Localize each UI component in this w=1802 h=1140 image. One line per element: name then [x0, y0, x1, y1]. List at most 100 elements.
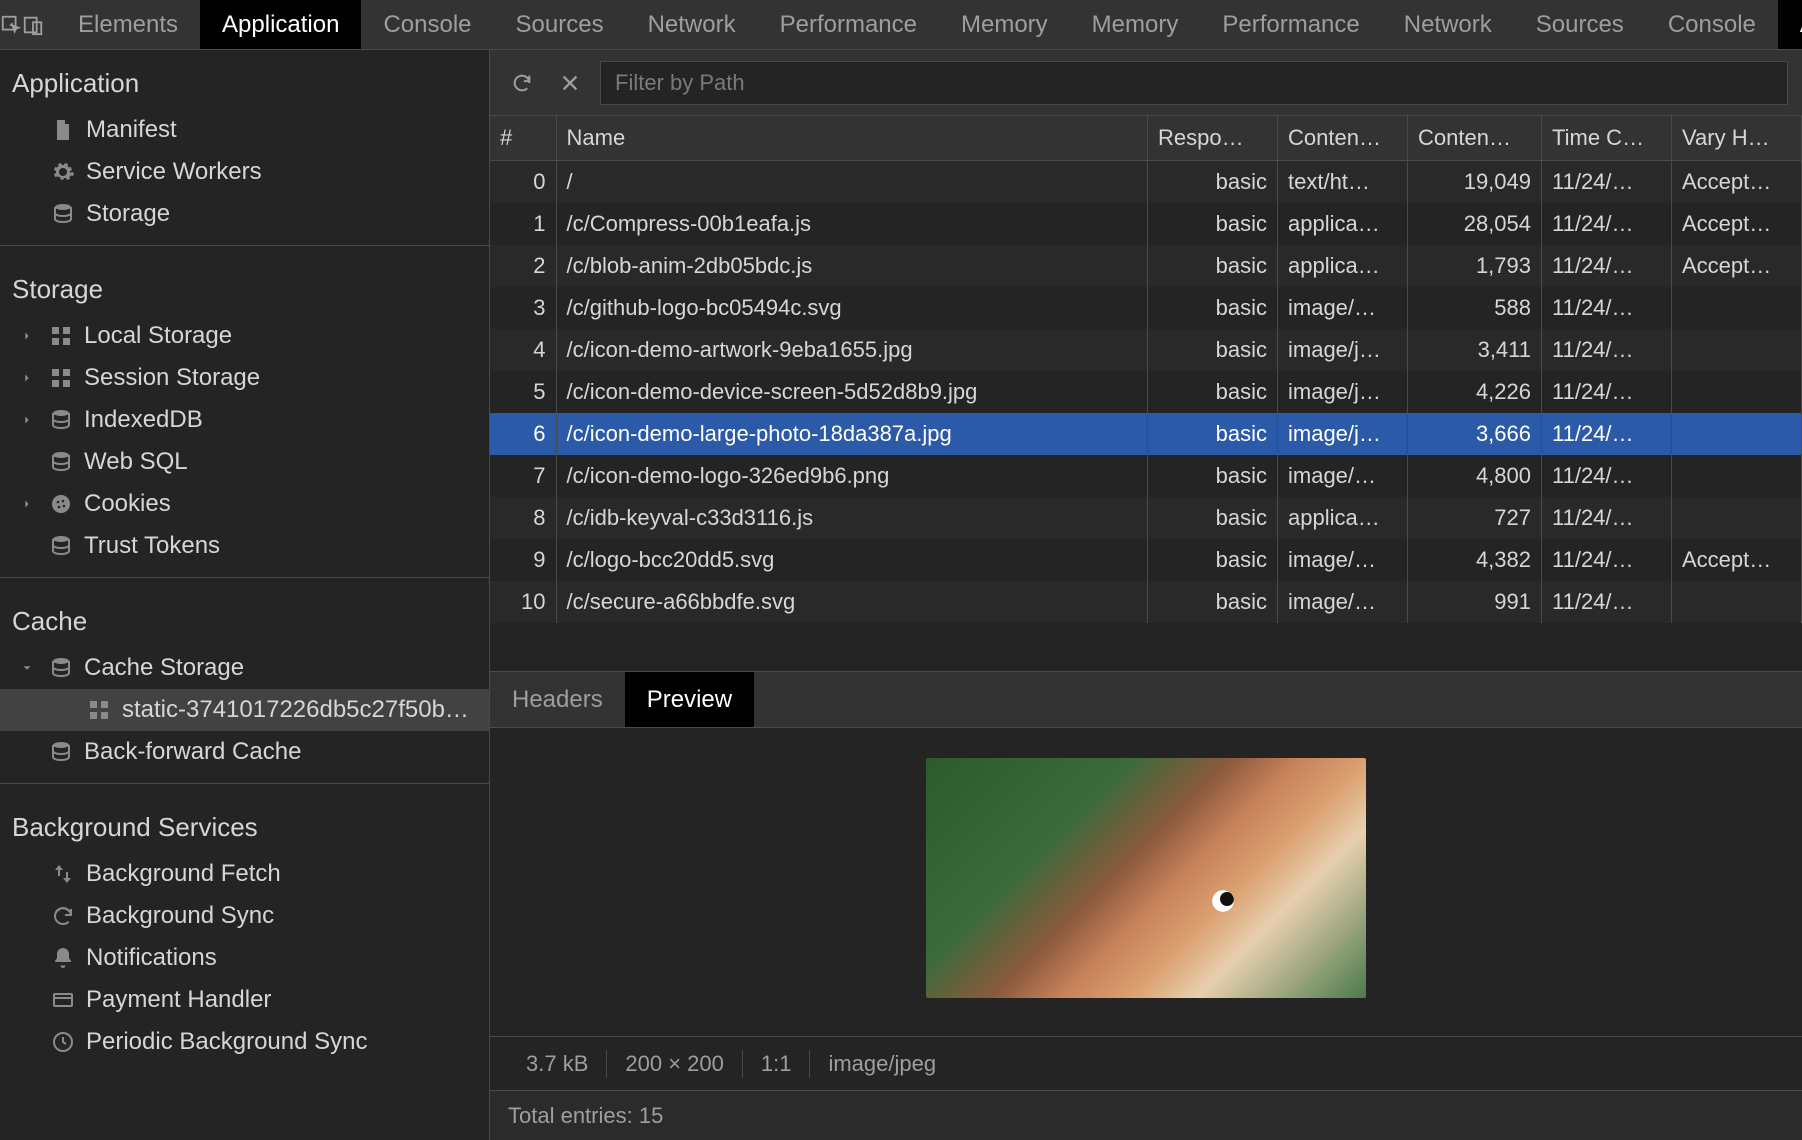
sync-icon: [50, 903, 76, 929]
tab-performance[interactable]: Performance: [758, 0, 939, 49]
refresh-icon[interactable]: [504, 65, 540, 101]
tab-network[interactable]: Network: [1382, 0, 1514, 49]
tab-sources[interactable]: Sources: [1514, 0, 1646, 49]
background-item[interactable]: Payment Handler: [0, 979, 489, 1021]
section-background-services: Background Services: [0, 794, 489, 853]
table-row[interactable]: 8/c/idb-keyval-c33d3116.jsbasicapplica…7…: [490, 497, 1802, 539]
section-application: Application: [0, 50, 489, 109]
expand-arrow-icon: [20, 493, 34, 515]
cell-idx: 8: [490, 497, 556, 539]
storage-item[interactable]: Local Storage: [0, 315, 489, 357]
table-row[interactable]: 3/c/github-logo-bc05494c.svgbasicimage/……: [490, 287, 1802, 329]
table-row[interactable]: 6/c/icon-demo-large-photo-18da387a.jpgba…: [490, 413, 1802, 455]
tab-console[interactable]: Console: [361, 0, 493, 49]
device-toolbar-icon[interactable]: [22, 0, 44, 49]
col-header[interactable]: Name: [556, 116, 1148, 160]
cell-ct: image/j…: [1278, 413, 1408, 455]
cell-vh: Accept…: [1672, 160, 1802, 203]
sidebar-item-label: Storage: [86, 200, 170, 228]
db-icon: [50, 201, 76, 227]
storage-item[interactable]: Web SQL: [0, 441, 489, 483]
detail-tab-headers[interactable]: Headers: [490, 672, 625, 727]
cell-idx: 1: [490, 203, 556, 245]
cell-name: /c/icon-demo-artwork-9eba1655.jpg: [556, 329, 1148, 371]
detail-tab-preview[interactable]: Preview: [625, 672, 754, 727]
cell-tc: 11/24/…: [1542, 160, 1672, 203]
cell-idx: 10: [490, 581, 556, 623]
application-item[interactable]: Manifest: [0, 109, 489, 151]
cache-toolbar: [490, 50, 1802, 116]
col-header[interactable]: Conten…: [1408, 116, 1542, 160]
cell-cl: 19,049: [1408, 160, 1542, 203]
cell-vh: Accept…: [1672, 203, 1802, 245]
application-item[interactable]: Service Workers: [0, 151, 489, 193]
cell-tc: 11/24/…: [1542, 581, 1672, 623]
table-row[interactable]: 7/c/icon-demo-logo-326ed9b6.pngbasicimag…: [490, 455, 1802, 497]
col-header[interactable]: Respo…: [1148, 116, 1278, 160]
cache-item[interactable]: static-3741017226db5c27f50b…: [0, 689, 489, 731]
tab-performance[interactable]: Performance: [1200, 0, 1381, 49]
background-item[interactable]: Periodic Background Sync: [0, 1021, 489, 1063]
table-row[interactable]: 5/c/icon-demo-device-screen-5d52d8b9.jpg…: [490, 371, 1802, 413]
cache-entries-table[interactable]: #NameRespo…Conten…Conten…Time C…Vary H… …: [490, 116, 1802, 672]
tab-elements[interactable]: Elements: [56, 0, 200, 49]
tab-memory[interactable]: Memory: [1070, 0, 1201, 49]
application-item[interactable]: Storage: [0, 193, 489, 235]
sidebar-item-label: Manifest: [86, 116, 177, 144]
file-icon: [50, 117, 76, 143]
background-item[interactable]: Notifications: [0, 937, 489, 979]
col-header[interactable]: #: [490, 116, 556, 160]
cell-vh: [1672, 413, 1802, 455]
background-item[interactable]: Background Fetch: [0, 853, 489, 895]
cell-name: /c/blob-anim-2db05bdc.js: [556, 245, 1148, 287]
section-divider: [0, 577, 489, 578]
cell-name: /c/icon-demo-device-screen-5d52d8b9.jpg: [556, 371, 1148, 413]
col-header[interactable]: Conten…: [1278, 116, 1408, 160]
tab-memory[interactable]: Memory: [939, 0, 1070, 49]
table-header-row: #NameRespo…Conten…Conten…Time C…Vary H…: [490, 116, 1802, 160]
tab-sources[interactable]: Sources: [494, 0, 626, 49]
sidebar-item-label: Session Storage: [84, 364, 260, 392]
cell-resp: basic: [1148, 371, 1278, 413]
tab-application[interactable]: Application: [1778, 0, 1802, 49]
expand-arrow-icon: [20, 325, 34, 347]
table-row[interactable]: 0/basictext/ht…19,04911/24/…Accept…: [490, 160, 1802, 203]
table-row[interactable]: 4/c/icon-demo-artwork-9eba1655.jpgbasici…: [490, 329, 1802, 371]
cache-item[interactable]: Back-forward Cache: [0, 731, 489, 773]
table-row[interactable]: 10/c/secure-a66bbdfe.svgbasicimage/…9911…: [490, 581, 1802, 623]
db-icon: [48, 533, 74, 559]
col-header[interactable]: Time C…: [1542, 116, 1672, 160]
col-header[interactable]: Vary H…: [1672, 116, 1802, 160]
storage-item[interactable]: Session Storage: [0, 357, 489, 399]
table-row[interactable]: 1/c/Compress-00b1eafa.jsbasicapplica…28,…: [490, 203, 1802, 245]
background-item[interactable]: Background Sync: [0, 895, 489, 937]
cell-tc: 11/24/…: [1542, 455, 1672, 497]
cell-name: /c/icon-demo-logo-326ed9b6.png: [556, 455, 1148, 497]
filter-input[interactable]: [600, 61, 1788, 105]
tab-console[interactable]: Console: [1646, 0, 1778, 49]
total-entries: Total entries: 15: [508, 1103, 663, 1129]
cell-tc: 11/24/…: [1542, 371, 1672, 413]
cache-item[interactable]: Cache Storage: [0, 647, 489, 689]
cell-cl: 4,382: [1408, 539, 1542, 581]
delete-icon[interactable]: [552, 65, 588, 101]
cell-ct: image/j…: [1278, 371, 1408, 413]
tab-network[interactable]: Network: [626, 0, 758, 49]
cell-ct: image/…: [1278, 455, 1408, 497]
sidebar-item-label: Background Sync: [86, 902, 274, 930]
table-row[interactable]: 2/c/blob-anim-2db05bdc.jsbasicapplica…1,…: [490, 245, 1802, 287]
storage-item[interactable]: Cookies: [0, 483, 489, 525]
cell-vh: Accept…: [1672, 245, 1802, 287]
cell-cl: 3,411: [1408, 329, 1542, 371]
cell-resp: basic: [1148, 287, 1278, 329]
cell-tc: 11/24/…: [1542, 287, 1672, 329]
table-row[interactable]: 9/c/logo-bcc20dd5.svgbasicimage/…4,38211…: [490, 539, 1802, 581]
cell-vh: [1672, 455, 1802, 497]
cell-ct: image/j…: [1278, 329, 1408, 371]
inspect-element-icon[interactable]: [0, 0, 22, 49]
storage-item[interactable]: Trust Tokens: [0, 525, 489, 567]
storage-item[interactable]: IndexedDB: [0, 399, 489, 441]
cell-resp: basic: [1148, 245, 1278, 287]
cell-idx: 3: [490, 287, 556, 329]
tab-application[interactable]: Application: [200, 0, 361, 49]
